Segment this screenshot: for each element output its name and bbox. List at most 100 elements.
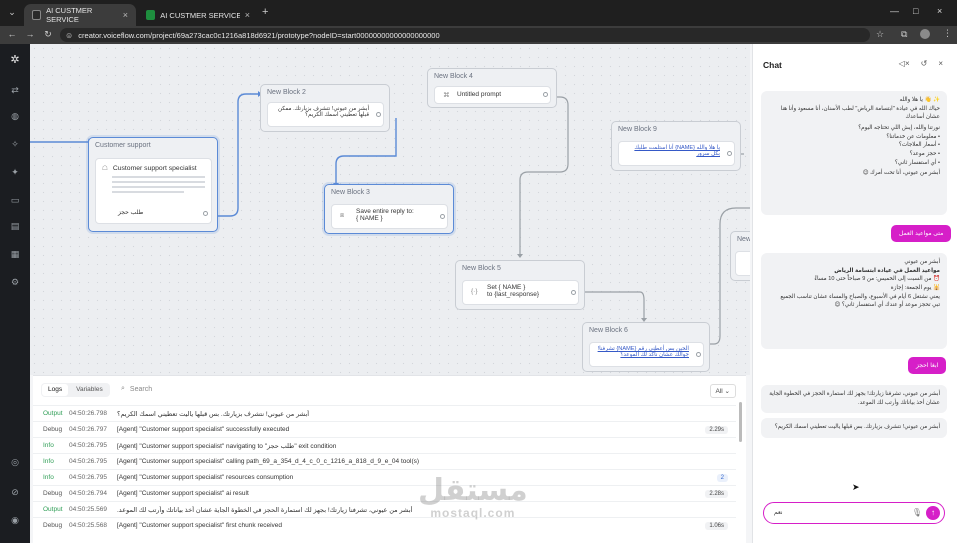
chat-user-message: متى مواعيد العمل [891, 225, 952, 242]
message-port[interactable] [727, 151, 732, 156]
block-header: New Block 4 [434, 73, 473, 80]
log-level: Info [43, 458, 54, 465]
log-row[interactable]: Info 04:50:26.795 [Agent] "Customer suppor… [33, 469, 736, 485]
exit-port[interactable] [203, 211, 208, 216]
analytics-icon[interactable]: ▦ [9, 248, 21, 260]
prompt-step[interactable]: ⌘ Untitled prompt [434, 86, 551, 104]
back-icon[interactable]: ← [4, 29, 20, 39]
message-step[interactable]: يا هلا والله {NAME} أنا استلمت طلبك بكل … [618, 141, 735, 166]
log-row[interactable]: Debug 04:50:25.568 [Agent] "Customer suppo… [33, 517, 736, 533]
new-tab-icon[interactable]: + [262, 6, 268, 18]
set-variable-icon: {·} [471, 288, 478, 295]
message-text: أبشر من عيوني! نتشرف بزيارتك. ممكن قبلها… [277, 106, 369, 118]
log-level: Debug [43, 522, 63, 529]
flow-canvas[interactable]: Customer support ☖ Customer support spec… [30, 44, 750, 375]
close-tab-icon[interactable]: × [245, 10, 250, 20]
new-block-4[interactable]: New Block 4 ⌘ Untitled prompt [427, 68, 557, 108]
log-row[interactable]: Info 04:50:26.795 [Agent] "Customer suppor… [33, 453, 736, 469]
chat-bot-message: أبشر من عيوني، تشرفنا زيارتك! بجهز لك اس… [761, 385, 947, 413]
set-step[interactable]: {·} Set { NAME } to {last_response} [462, 280, 579, 305]
log-filter-select[interactable]: All ⌄ [709, 384, 736, 398]
logs-tabs: Logs Variables [41, 383, 110, 397]
url-field[interactable]: ⊜ creator.voiceflow.com/project/69a273ca… [60, 28, 870, 42]
tab-list-icon[interactable]: ⌄ [4, 7, 20, 18]
log-row[interactable]: Output 04:50:25.569 أبشر من عيوني، تشرفنا … [33, 501, 736, 517]
voiceflow-logo-icon[interactable]: ✲ [9, 54, 21, 66]
mute-icon[interactable]: ◁× [899, 59, 910, 68]
globe-icon[interactable]: ◍ [9, 110, 21, 122]
prompt-icon: ⌘ [443, 92, 450, 99]
filter-value: All [715, 388, 723, 395]
log-level: Debug [43, 490, 63, 497]
notifications-icon[interactable]: ⊘ [9, 486, 21, 498]
log-message: [Agent] "Customer support specialist" fi… [117, 522, 283, 529]
browser-tab[interactable]: AI CUSTMER SERVICE - Google × [138, 4, 258, 26]
close-tab-icon[interactable]: × [123, 10, 128, 20]
microphone-icon[interactable]: 🎙 [912, 508, 922, 517]
partial-step[interactable] [735, 251, 750, 276]
logs-scrollbar[interactable] [739, 402, 742, 442]
prompt-port[interactable] [543, 92, 548, 97]
new-block-3[interactable]: New Block 3 ⧈ Save entire reply to: { NA… [324, 184, 454, 234]
restart-icon[interactable]: ↺ [921, 59, 928, 68]
log-time: 04:50:25.569 [69, 506, 107, 513]
log-level: Info [43, 442, 54, 449]
set-line: Set { NAME } [487, 284, 526, 291]
voiceflow-app: ✲ ⇄ ◍ ✧ ✦ ▭ ▤ ▦ ⚙ ◎ ⊘ ◉ Customer support… [0, 44, 957, 543]
log-level: Debug [43, 426, 63, 433]
log-row[interactable]: Output 04:50:26.798 أبشر من عيوني! نتشرف ب… [33, 405, 736, 421]
new-block-partial[interactable]: New [730, 231, 750, 281]
capture-step[interactable]: ⧈ Save entire reply to: { NAME } [331, 204, 448, 229]
new-block-6[interactable]: New Block 6 الحين بس أعطني رقم {NAME} تش… [582, 322, 710, 372]
log-row[interactable]: Info 04:50:26.795 [Agent] "Customer suppor… [33, 437, 736, 453]
extensions-icon[interactable]: ⧉ [901, 29, 907, 40]
close-window-icon[interactable]: × [937, 6, 942, 16]
minimize-icon[interactable]: — [890, 6, 899, 16]
watermark-arabic: مستقل [418, 474, 528, 507]
new-block-9[interactable]: New Block 9 يا هلا والله {NAME} أنا استل… [611, 121, 741, 171]
exit-condition-label: طلب حجز [118, 210, 144, 216]
watermark-latin: mostaql.com [430, 506, 516, 520]
bookmark-icon[interactable]: ☆ [876, 29, 884, 40]
tab-title: AI CUSTMER SERVICE [46, 6, 93, 24]
help-icon[interactable]: ◎ [9, 456, 21, 468]
log-row[interactable]: Debug 04:50:26.794 [Agent] "Customer suppo… [33, 485, 736, 501]
logs-panel: Logs Variables ⌕ Search All ⌄ Output 04:5… [33, 375, 746, 543]
capture-port[interactable] [440, 214, 445, 219]
customer-support-block[interactable]: Customer support ☖ Customer support spec… [88, 137, 218, 232]
left-rail: ✲ ⇄ ◍ ✧ ✦ ▭ ▤ ▦ ⚙ ◎ ⊘ ◉ [0, 44, 30, 543]
new-block-2[interactable]: New Block 2 أبشر من عيوني! نتشرف بزيارتك… [260, 84, 390, 132]
profile-icon[interactable] [920, 29, 930, 39]
message-step[interactable]: أبشر من عيوني! نتشرف بزيارتك. ممكن قبلها… [267, 102, 384, 127]
flows-icon[interactable]: ⇄ [9, 84, 21, 96]
log-level: Output [43, 410, 63, 417]
sheets-favicon [146, 10, 156, 20]
message-port[interactable] [696, 352, 701, 357]
log-search[interactable]: ⌕ Search [121, 385, 152, 393]
forward-icon[interactable]: → [22, 29, 38, 39]
account-icon[interactable]: ◉ [9, 514, 21, 526]
integrations-icon[interactable]: ✦ [9, 166, 21, 178]
agent-step[interactable]: ☖ Customer support specialist طلب حجز [95, 158, 212, 224]
set-port[interactable] [571, 290, 576, 295]
prompt-text: Untitled prompt [457, 91, 502, 98]
menu-icon[interactable]: ⋮ [943, 28, 952, 39]
agents-icon[interactable]: ✧ [9, 138, 21, 150]
browser-tab-active[interactable]: AI CUSTMER SERVICE × [24, 4, 136, 26]
new-block-5[interactable]: New Block 5 {·} Set { NAME } to {last_re… [455, 260, 585, 310]
chat-input[interactable]: نعم 🎙 ↑ [763, 502, 945, 524]
log-row[interactable]: Debug 04:50:26.797 [Agent] "Customer suppo… [33, 421, 736, 437]
knowledge-icon[interactable]: ▤ [9, 220, 21, 232]
close-icon[interactable]: × [938, 59, 943, 68]
message-step[interactable]: الحين بس أعطني رقم {NAME} تشرفنا! جوالك … [589, 342, 704, 367]
tab-variables[interactable]: Variables [70, 384, 109, 396]
message-port[interactable] [376, 112, 381, 117]
tab-logs[interactable]: Logs [42, 384, 69, 396]
settings-icon[interactable]: ⚙ [9, 276, 21, 288]
conversations-icon[interactable]: ▭ [9, 194, 21, 206]
send-button[interactable]: ↑ [926, 506, 940, 520]
maximize-icon[interactable]: □ [913, 6, 918, 16]
site-info-icon[interactable]: ⊜ [66, 31, 72, 40]
reload-icon[interactable]: ↻ [40, 29, 56, 40]
chat-bot-message: أبشر من عيوني! نتشرف بزيارتك. بس قبلها ي… [761, 418, 947, 438]
